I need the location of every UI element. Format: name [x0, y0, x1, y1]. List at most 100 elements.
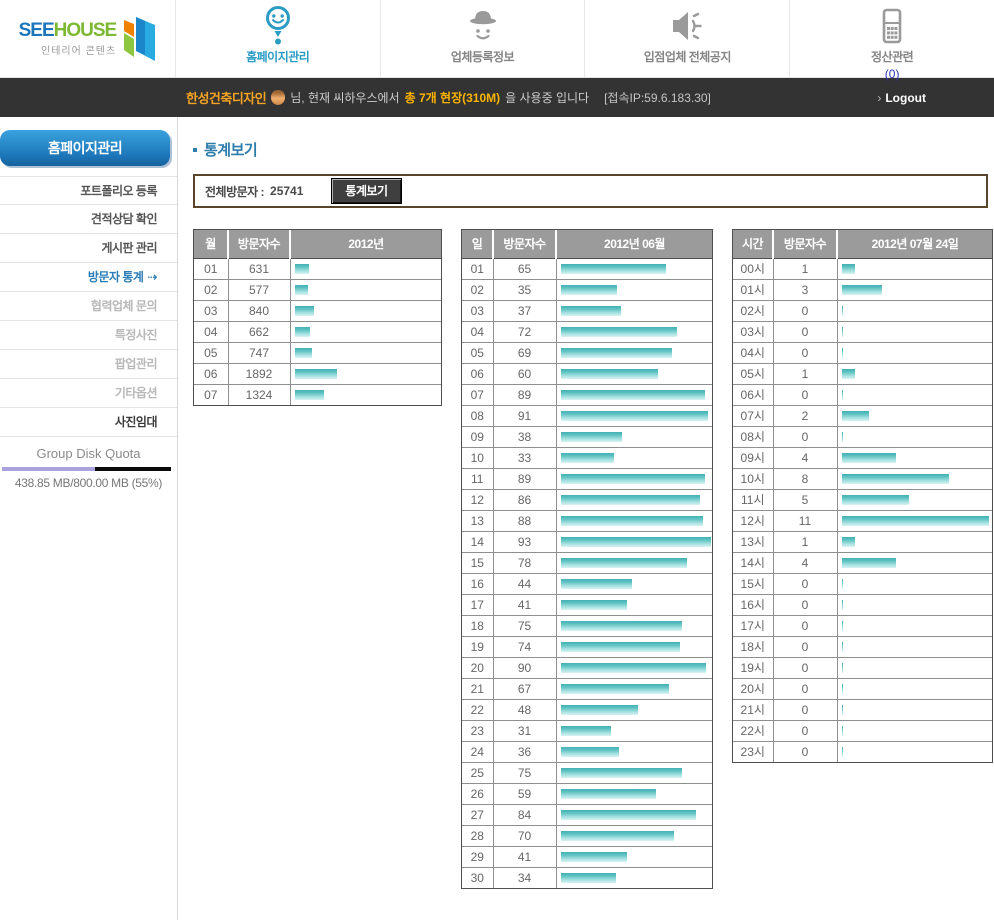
visitor-count: 1892 [228, 363, 290, 384]
table-row: 1741 [462, 594, 712, 615]
table-row: 0472 [462, 321, 712, 342]
table-row: 16시0 [733, 594, 992, 615]
logout-button[interactable]: ›Logout [877, 91, 926, 105]
table-row: 15시0 [733, 573, 992, 594]
table-row: 05747 [194, 342, 441, 363]
bar-cell [837, 699, 992, 720]
visitor-bar [842, 411, 869, 421]
bar-cell [837, 279, 992, 300]
visitor-bar [842, 432, 843, 442]
sidebar-title-tab[interactable]: 홈페이지관리 [0, 130, 170, 166]
bar-cell [556, 321, 712, 342]
nav-item-homepage-admin[interactable]: 홈페이지관리 [175, 0, 380, 77]
sidebar-item[interactable]: 팝업관리 [0, 350, 177, 379]
bar-cell [837, 468, 992, 489]
visitor-count: 4 [773, 552, 837, 573]
table-row: 061892 [194, 363, 441, 384]
sidebar-item-label: 특정사진 [115, 328, 157, 342]
row-label: 01 [462, 258, 493, 279]
row-label: 16 [462, 573, 493, 594]
stats-table-hour: 시간방문자수2012년 07월 24일00시101시302시003시004시00… [732, 229, 993, 763]
table-row: 2090 [462, 657, 712, 678]
bar-cell [556, 762, 712, 783]
company-name: 한성건축디자인 [186, 88, 266, 107]
table-row: 071324 [194, 384, 441, 405]
bar-cell [837, 321, 992, 342]
nav-item-company-info[interactable]: 업체등록정보 [380, 0, 585, 77]
table-row: 04시0 [733, 342, 992, 363]
seehouse-logo[interactable]: SEEHOUSE 인테리어 콘텐츠 [0, 0, 175, 77]
sidebar-item-label: 협력업체 문의 [91, 299, 157, 313]
sidebar-item[interactable]: 방문자 통계⇢ [0, 263, 177, 292]
table-row: 1644 [462, 573, 712, 594]
sidebar-item[interactable]: 특정사진 [0, 321, 177, 350]
column-header: 2012년 06월 [556, 230, 712, 258]
nav-label: 홈페이지관리 [246, 48, 309, 65]
visitor-count: 67 [493, 678, 556, 699]
nav-item-settlement[interactable]: 정산관련 (0) [789, 0, 994, 77]
row-label: 28 [462, 825, 493, 846]
total-visitors-box: 전체방문자 : 25741 통계보기 [193, 174, 988, 208]
sidebar-item[interactable]: 기타옵션 [0, 379, 177, 408]
sidebar-item[interactable]: 협력업체 문의 [0, 292, 177, 321]
view-stats-button[interactable]: 통계보기 [331, 178, 401, 204]
visitor-bar [295, 348, 312, 358]
table-row: 2167 [462, 678, 712, 699]
visitor-bar [295, 390, 324, 400]
visitor-bar [842, 264, 855, 274]
sidebar-item[interactable]: 견적상담 확인 [0, 205, 177, 234]
visitor-count: 90 [493, 657, 556, 678]
title-bullet-icon [193, 148, 197, 152]
sidebar-item[interactable]: 포트폴리오 등록 [0, 176, 177, 205]
bar-cell [556, 531, 712, 552]
visitor-bar [561, 411, 708, 421]
table-row: 2870 [462, 825, 712, 846]
visitor-count: 0 [773, 321, 837, 342]
honeypot-icon [271, 90, 285, 105]
agent-person-icon [462, 6, 504, 48]
visitor-bar [561, 600, 627, 610]
table-row: 0891 [462, 405, 712, 426]
row-label: 14 [462, 531, 493, 552]
row-label: 20 [462, 657, 493, 678]
sidebar-item-label: 기타옵션 [115, 386, 157, 400]
visitor-count: 74 [493, 636, 556, 657]
nav-item-notice[interactable]: 입점업체 전체공지 [584, 0, 789, 77]
table-row: 06시0 [733, 384, 992, 405]
sidebar-item[interactable]: 게시판 관리 [0, 234, 177, 263]
visitor-count: 0 [773, 657, 837, 678]
visitor-bar [842, 537, 855, 547]
bar-cell [837, 489, 992, 510]
visitor-bar [561, 516, 703, 526]
logo-subtitle: 인테리어 콘텐츠 [19, 42, 117, 57]
sidebar-item[interactable]: 사진임대 [0, 408, 177, 437]
table-row: 02577 [194, 279, 441, 300]
visitor-bar [561, 558, 687, 568]
bar-cell [556, 615, 712, 636]
bar-cell [556, 699, 712, 720]
table-row: 2331 [462, 720, 712, 741]
bar-cell [556, 867, 712, 888]
row-label: 18 [462, 615, 493, 636]
table-row: 04662 [194, 321, 441, 342]
table-row: 07시2 [733, 405, 992, 426]
visitor-bar [842, 390, 843, 400]
visitor-count: 91 [493, 405, 556, 426]
visitor-bar [295, 306, 314, 316]
table-row: 03840 [194, 300, 441, 321]
bar-cell [556, 678, 712, 699]
row-label: 24 [462, 741, 493, 762]
bar-cell [556, 594, 712, 615]
visitor-count: 0 [773, 720, 837, 741]
row-label: 12시 [733, 510, 773, 531]
table-row: 0789 [462, 384, 712, 405]
row-label: 23시 [733, 741, 773, 762]
visitor-bar [561, 579, 632, 589]
table-row: 21시0 [733, 699, 992, 720]
total-visitors-label: 전체방문자 : [205, 183, 264, 200]
visitor-bar [561, 831, 674, 841]
table-row: 1286 [462, 489, 712, 510]
bar-cell [556, 489, 712, 510]
row-label: 07 [462, 384, 493, 405]
bar-cell [556, 279, 712, 300]
